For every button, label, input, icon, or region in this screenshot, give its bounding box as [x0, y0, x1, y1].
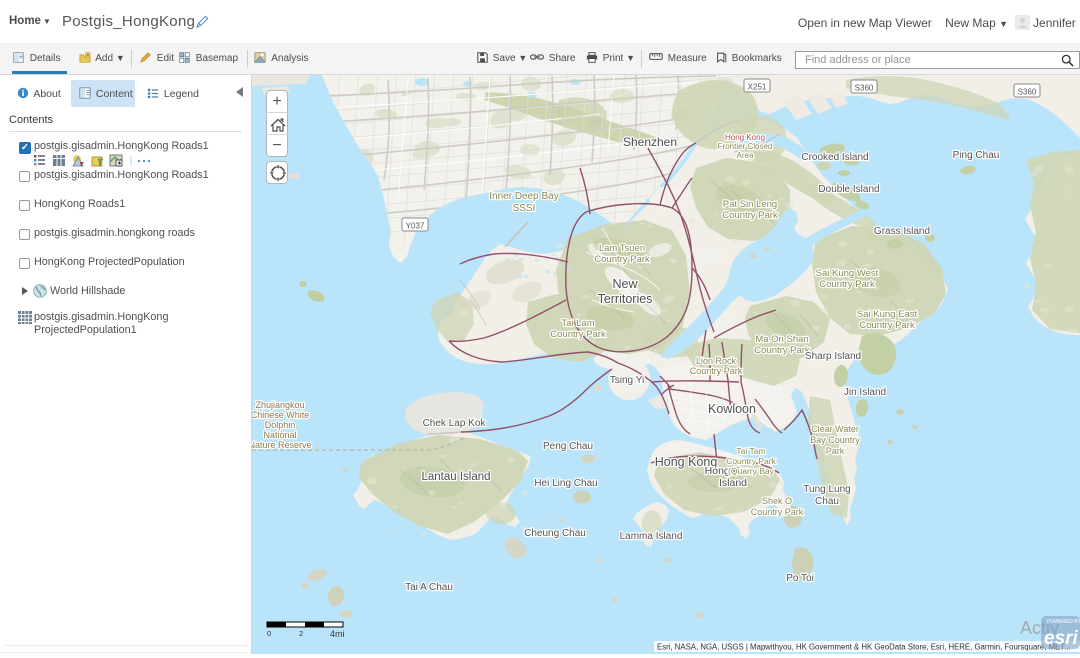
svg-text:Cheung Chau: Cheung Chau — [524, 528, 586, 539]
svg-text:Lion Rock: Lion Rock — [696, 356, 737, 366]
svg-text:Po Toi: Po Toi — [786, 573, 814, 584]
svg-text:Y037: Y037 — [406, 222, 425, 231]
svg-text:Country Park: Country Park — [690, 366, 743, 376]
svg-text:Grass Island: Grass Island — [874, 226, 930, 237]
svg-text:Area: Area — [737, 151, 754, 160]
svg-text:SSSI: SSSI — [513, 203, 536, 214]
svg-text:X251: X251 — [748, 83, 767, 92]
svg-text:Double Island: Double Island — [818, 184, 879, 195]
svg-text:Pat Sin Leng: Pat Sin Leng — [723, 199, 777, 210]
svg-text:Hei Ling Chau: Hei Ling Chau — [534, 478, 597, 489]
svg-text:Country Park: Country Park — [726, 456, 776, 466]
svg-text:National: National — [263, 430, 296, 440]
svg-text:Zhujiangkou: Zhujiangkou — [255, 400, 304, 410]
svg-text:Tsing Yi: Tsing Yi — [610, 375, 644, 386]
svg-text:Country Park: Country Park — [754, 345, 810, 356]
svg-text:Peng Chau: Peng Chau — [543, 441, 593, 452]
svg-text:2: 2 — [299, 629, 303, 638]
svg-text:Country Park: Country Park — [751, 507, 804, 517]
svg-text:New: New — [612, 277, 638, 291]
svg-text:Sai Kung West: Sai Kung West — [816, 268, 879, 279]
svg-text:Jin Island: Jin Island — [844, 387, 886, 398]
svg-text:Esri, NASA, NGA, USGS | Mapwit: Esri, NASA, NGA, USGS | Mapwithyou, HK G… — [657, 643, 1071, 652]
svg-text:Country Park: Country Park — [859, 320, 915, 331]
svg-text:(Quarry Bay: (Quarry Bay — [728, 466, 775, 476]
svg-text:Hong Kong: Hong Kong — [725, 133, 765, 142]
svg-text:Nature Reserve: Nature Reserve — [252, 440, 312, 450]
svg-text:Clear Water: Clear Water — [811, 424, 859, 434]
svg-text:4mi: 4mi — [330, 629, 345, 639]
svg-text:Chau: Chau — [815, 496, 839, 507]
svg-text:Bay Country: Bay Country — [810, 435, 860, 445]
svg-text:S360: S360 — [1018, 88, 1037, 97]
svg-text:Sharp Island: Sharp Island — [805, 351, 861, 362]
svg-text:Lamma Island: Lamma Island — [620, 531, 683, 542]
svg-text:Park: Park — [826, 446, 845, 456]
svg-text:Country Park: Country Park — [722, 210, 778, 221]
svg-text:Tung Lung: Tung Lung — [803, 484, 850, 495]
svg-text:Dolphin: Dolphin — [265, 420, 296, 430]
svg-text:Country Park: Country Park — [819, 279, 875, 290]
svg-text:Tai A Chau: Tai A Chau — [405, 582, 453, 593]
svg-text:Country Park: Country Park — [594, 254, 650, 265]
svg-text:Tai Tam: Tai Tam — [736, 446, 765, 456]
svg-text:Country Park: Country Park — [550, 329, 606, 340]
svg-text:Crooked Island: Crooked Island — [801, 152, 868, 163]
svg-text:Ma On Shan: Ma On Shan — [755, 334, 808, 345]
svg-text:POWERED BY: POWERED BY — [1047, 619, 1080, 625]
svg-text:Inner Deep Bay: Inner Deep Bay — [489, 191, 559, 202]
svg-text:Lantau Island: Lantau Island — [421, 471, 490, 483]
svg-text:Sai Kung East: Sai Kung East — [857, 309, 918, 320]
svg-text:Frontier Closed: Frontier Closed — [718, 142, 773, 151]
svg-text:Ping Chau: Ping Chau — [953, 150, 1000, 161]
svg-text:esri: esri — [1044, 628, 1079, 649]
svg-text:Territories: Territories — [598, 292, 653, 306]
svg-text:Lam Tsuen: Lam Tsuen — [599, 243, 645, 254]
svg-text:Tai Lam: Tai Lam — [561, 318, 594, 329]
svg-text:Shek O: Shek O — [762, 496, 792, 506]
svg-text:Chinese White: Chinese White — [252, 410, 309, 420]
svg-text:Kowloon: Kowloon — [708, 402, 756, 416]
svg-text:0: 0 — [267, 629, 271, 638]
svg-text:Shenzhen: Shenzhen — [623, 135, 677, 149]
svg-text:Chek Lap Kok: Chek Lap Kok — [423, 418, 487, 429]
svg-text:S360: S360 — [855, 84, 874, 93]
svg-text:Island: Island — [719, 477, 747, 489]
